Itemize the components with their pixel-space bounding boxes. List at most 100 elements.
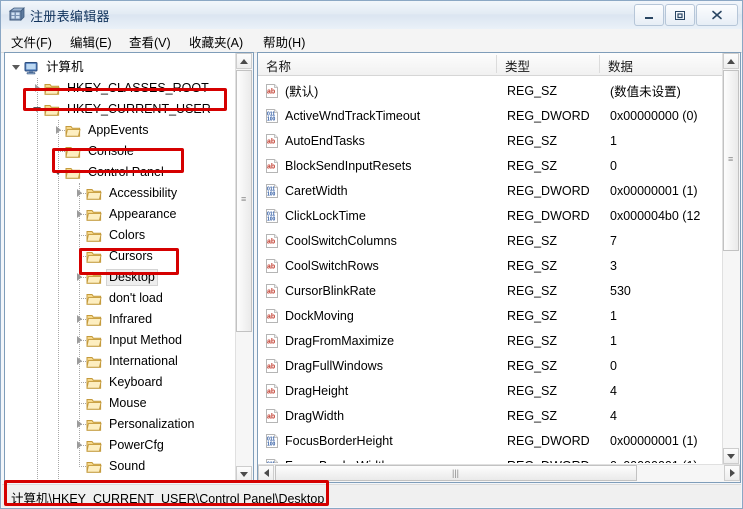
tree-item-keyboard[interactable]: Keyboard	[74, 372, 166, 393]
chevron-right-icon[interactable]	[74, 314, 85, 325]
folder-icon	[86, 187, 102, 201]
chevron-down-icon[interactable]	[32, 104, 43, 115]
table-row[interactable]: ab DragFromMaximize REG_SZ 1	[258, 328, 713, 353]
close-button[interactable]	[696, 4, 738, 26]
table-row[interactable]: ab CoolSwitchRows REG_SZ 3	[258, 253, 713, 278]
chevron-right-icon[interactable]	[74, 440, 85, 451]
tree-item-label: Console	[88, 144, 134, 158]
tree-vertical-scrollbar[interactable]: ≡	[235, 53, 253, 482]
table-row[interactable]: 011 100 ClickLockTime REG_DWORD 0x000004b0 (…	[258, 203, 713, 228]
menu-item-favorites[interactable]: 收藏夹(A)	[189, 32, 243, 51]
column-header-data[interactable]: 数据	[608, 56, 633, 75]
chevron-right-icon[interactable]	[74, 335, 85, 346]
value-name-cell: DragFullWindows	[285, 358, 383, 373]
table-row[interactable]: ab AutoEndTasks REG_SZ 1	[258, 128, 713, 153]
tree-item-hkey-current-user[interactable]: HKEY_CURRENT_USER	[32, 99, 214, 120]
folder-icon	[86, 208, 102, 222]
value-data-cell: 530	[610, 283, 631, 298]
tree-item-powercfg[interactable]: PowerCfg	[74, 435, 167, 456]
chevron-right-icon[interactable]	[74, 188, 85, 199]
registry-tree-pane[interactable]: 计算机 HKEY_CLASSES_ROOT HKEY_CURRENT_USER App…	[4, 52, 254, 483]
tree-item-appevents[interactable]: AppEvents	[53, 120, 151, 141]
menu-item-edit[interactable]: 编辑(E)	[70, 32, 112, 51]
svg-text:ab: ab	[267, 363, 275, 370]
list-scroll-down-button[interactable]	[723, 448, 739, 464]
column-divider-1[interactable]	[496, 55, 497, 73]
list-scroll-left-button[interactable]	[258, 465, 274, 481]
tree-item-don-t-load[interactable]: don't load	[74, 288, 166, 309]
table-row[interactable]: ab CursorBlinkRate REG_SZ 530	[258, 278, 713, 303]
chevron-right-icon[interactable]	[74, 356, 85, 367]
menu-item-help[interactable]: 帮助(H)	[263, 32, 305, 51]
list-scrollbar-thumb[interactable]: ≡	[723, 70, 739, 251]
column-divider-2[interactable]	[599, 55, 600, 73]
tree-item-hkey-classes-root[interactable]: HKEY_CLASSES_ROOT	[32, 78, 212, 99]
menu-item-view[interactable]: 查看(V)	[129, 32, 171, 51]
table-row[interactable]: ab DragFullWindows REG_SZ 0	[258, 353, 713, 378]
dword-value-icon: 011100	[264, 458, 280, 463]
chevron-up-icon	[727, 58, 735, 64]
chevron-down-icon[interactable]	[53, 167, 64, 178]
chevron-down-icon[interactable]	[11, 62, 22, 73]
table-row[interactable]: ab (默认) REG_SZ (数值未设置)	[258, 78, 713, 103]
tree-item-colors[interactable]: Colors	[74, 225, 148, 246]
chevron-right-icon[interactable]	[74, 272, 85, 283]
table-row[interactable]: ab BlockSendInputResets REG_SZ 0	[258, 153, 713, 178]
table-row[interactable]: 011100 FocusBorderWidth REG_DWORD 0x0000000…	[258, 453, 713, 463]
window-title: 注册表编辑器	[30, 9, 110, 24]
chevron-right-icon[interactable]	[53, 125, 64, 136]
list-vertical-scrollbar[interactable]: ≡	[722, 53, 740, 464]
tree-item-sound[interactable]: Sound	[74, 456, 148, 477]
tree-item-label: 计算机	[46, 60, 84, 74]
table-row[interactable]: ab DockMoving REG_SZ 1	[258, 303, 713, 328]
column-header-name[interactable]: 名称	[266, 56, 291, 75]
value-type-cell: REG_SZ	[507, 83, 558, 98]
menu-bar: 文件(F) 编辑(E) 查看(V) 收藏夹(A) 帮助(H)	[1, 29, 742, 53]
tree-item-cursors[interactable]: Cursors	[74, 246, 156, 267]
tree-item-[interactable]: 计算机	[11, 57, 87, 78]
table-row[interactable]: ab DragHeight REG_SZ 4	[258, 378, 713, 403]
tree-item-control-panel[interactable]: Control Panel	[53, 162, 167, 183]
tree-item-personalization[interactable]: Personalization	[74, 414, 197, 435]
list-scroll-up-button[interactable]	[723, 53, 739, 69]
tree-scroll-down-button[interactable]	[236, 466, 252, 482]
maximize-button[interactable]	[665, 4, 695, 26]
value-data-cell: 4	[610, 408, 617, 423]
chevron-right-icon[interactable]	[74, 209, 85, 220]
tree-scroll-up-button[interactable]	[236, 53, 252, 69]
table-row[interactable]: 011 100 FocusBorderHeight REG_DWORD 0x000000…	[258, 428, 713, 453]
dword-value-icon: 011100	[264, 433, 280, 449]
registry-values-pane[interactable]: 名称 类型 数据 ab (默认) REG_SZ (数值未设置) 011 100 Active…	[257, 52, 741, 483]
chevron-right-icon[interactable]	[32, 83, 43, 94]
tree-item-console[interactable]: Console	[53, 141, 137, 162]
tree-item-input-method[interactable]: Input Method	[74, 330, 185, 351]
tree-item-desktop[interactable]: Desktop	[74, 267, 158, 288]
table-row[interactable]: 011 100 ActiveWndTrackTimeout REG_DWORD 0x00…	[258, 103, 713, 128]
chevron-right-icon[interactable]	[74, 419, 85, 430]
tree-item-international[interactable]: International	[74, 351, 181, 372]
minimize-button[interactable]	[634, 4, 664, 26]
menu-item-file[interactable]: 文件(F)	[11, 32, 52, 51]
table-row[interactable]: 011 100 CaretWidth REG_DWORD 0x00000001 (1)	[258, 178, 713, 203]
tree-item-label: don't load	[109, 291, 163, 305]
tree-item-infrared[interactable]: Infrared	[74, 309, 155, 330]
table-row[interactable]: ab DragWidth REG_SZ 4	[258, 403, 713, 428]
list-hscrollbar-thumb[interactable]: |||	[275, 465, 637, 481]
registry-tree[interactable]: 计算机 HKEY_CLASSES_ROOT HKEY_CURRENT_USER App…	[5, 53, 238, 482]
tree-item-label: Mouse	[109, 396, 147, 410]
value-name-cell: DragHeight	[285, 383, 349, 398]
tree-item-label: Personalization	[109, 417, 195, 431]
table-row[interactable]: ab CoolSwitchColumns REG_SZ 7	[258, 228, 713, 253]
tree-item-label: HKEY_CLASSES_ROOT	[67, 81, 209, 95]
tree-scrollbar-thumb[interactable]: ≡	[236, 70, 252, 332]
tree-item-appearance[interactable]: Appearance	[74, 204, 179, 225]
tree-item-mouse[interactable]: Mouse	[74, 393, 150, 414]
tree-item-accessibility[interactable]: Accessibility	[74, 183, 180, 204]
tree-item-environment[interactable]: Environment	[53, 477, 161, 482]
string-value-icon: ab	[264, 258, 280, 274]
list-scroll-right-button[interactable]	[724, 465, 740, 481]
list-horizontal-scrollbar[interactable]: |||	[258, 464, 740, 482]
registry-values-list[interactable]: ab (默认) REG_SZ (数值未设置) 011 100 ActiveWndTrackT…	[258, 75, 713, 463]
column-header-type[interactable]: 类型	[505, 56, 530, 75]
